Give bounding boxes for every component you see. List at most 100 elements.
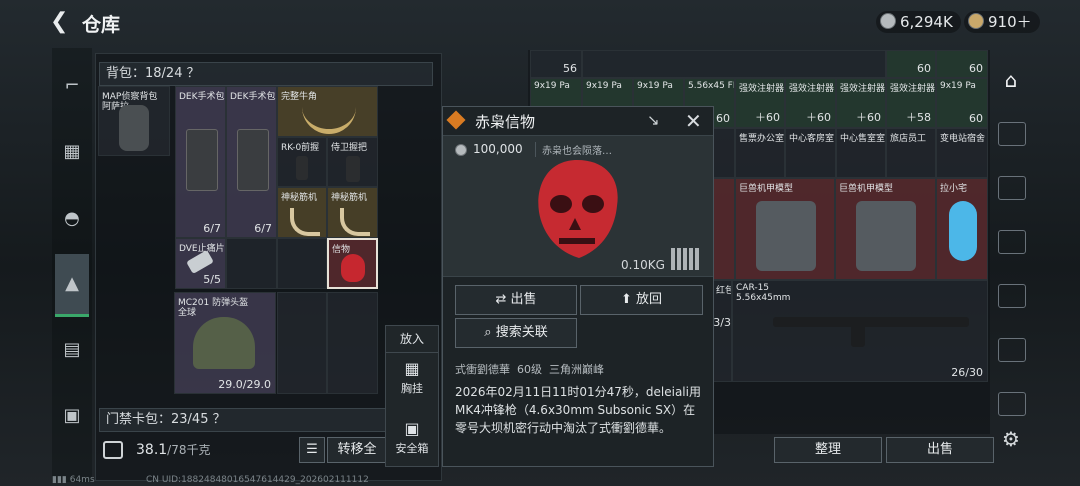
back-arrow-icon[interactable]: ❮: [50, 10, 74, 34]
grid-empty[interactable]: [226, 238, 277, 289]
doll-image: [949, 201, 977, 261]
backpack-header: 背包：18/24 ？: [99, 62, 433, 86]
put-in-header: 放入: [386, 326, 438, 353]
premium-coin-icon: [968, 13, 984, 29]
key-item[interactable]: 变电站宿舍: [936, 128, 988, 178]
settings-gear-icon[interactable]: ⚙: [1000, 428, 1022, 450]
grid-item-painkiller[interactable]: DVE止痛片 5/5: [175, 238, 226, 289]
secret-item-icon: [340, 208, 370, 236]
search-related-button[interactable]: ⌕ 搜索关联: [455, 318, 577, 348]
red-mask-icon: [341, 254, 365, 282]
transfer-all-button[interactable]: 转移全: [327, 437, 387, 463]
mech-image: [856, 201, 916, 271]
grid-item[interactable]: 60: [936, 50, 988, 78]
item-preview: 100,000 赤枭也会陨落… 0.10KG: [443, 135, 713, 277]
signal-indicator: ▮▮▮ 64ms: [52, 475, 95, 485]
helmet-image: [193, 317, 255, 369]
key-item[interactable]: 售票办公室: [735, 128, 785, 178]
grid-item[interactable]: 56: [530, 50, 582, 78]
red-pack-item[interactable]: 红包 3/3: [712, 280, 732, 382]
item-weight: 0.10KG: [621, 258, 665, 272]
page-title: 仓库: [82, 14, 121, 36]
item-price: 100,000: [473, 142, 523, 156]
gun-icon[interactable]: ⌐: [56, 70, 88, 102]
grid-item-token[interactable]: 信物: [327, 238, 378, 289]
case-icon[interactable]: ▤: [56, 334, 88, 366]
key-item[interactable]: 旅店员工: [886, 128, 936, 178]
collapse-icon[interactable]: ↘: [647, 111, 660, 129]
list-view-button[interactable]: ☰: [299, 437, 325, 463]
secret-item-icon: [290, 208, 320, 236]
item-size-grid-icon: [671, 248, 701, 270]
keycard-header: 门禁卡包：23/45 ？: [99, 408, 397, 432]
horn-icon: [302, 101, 356, 134]
syringe-item[interactable]: 强效注射器 ＋60: [785, 78, 836, 128]
grid-empty[interactable]: [327, 292, 378, 394]
safe-box-option[interactable]: ▣ 安全箱: [386, 418, 438, 466]
rifle-image: [773, 317, 969, 327]
ammo-item[interactable]: 9x19 Pa 60: [936, 78, 988, 128]
syringe-item[interactable]: 强效注射器 ＋58: [886, 78, 936, 128]
backpack-slot[interactable]: MAP侦察背包 阿萨拉: [98, 86, 170, 156]
storage-tab-icon[interactable]: [998, 122, 1026, 146]
grid-item[interactable]: [712, 128, 735, 178]
chest-rig-option[interactable]: ▦ 胸挂: [386, 358, 438, 406]
grip-icon: [296, 156, 308, 180]
sell-all-button[interactable]: 出售: [886, 437, 994, 463]
storage-home-icon[interactable]: ⌂: [998, 68, 1024, 94]
killer-info: 式衝劉德華 60级 三角洲巅峰: [455, 363, 604, 376]
item-desc-short: 赤枭也会陨落…: [535, 142, 612, 157]
sort-button[interactable]: 整理: [774, 437, 882, 463]
grid-item[interactable]: [712, 178, 735, 280]
storage-tab-icon[interactable]: [998, 338, 1026, 362]
syringe-item[interactable]: 强效注射器 ＋60: [836, 78, 886, 128]
grid-item[interactable]: 60: [886, 50, 936, 78]
syringe-item[interactable]: 强效注射器 ＋60: [735, 78, 785, 128]
weight-icon: [103, 441, 123, 459]
key-item[interactable]: 中心客房室: [785, 128, 836, 178]
doll-item[interactable]: 拉小宅: [936, 178, 988, 280]
grid-item-secret-2[interactable]: 神秘筋机: [327, 187, 378, 238]
rifle-mag: [851, 325, 865, 347]
helmet-slot[interactable]: MC201 防弹头盔 全球 29.0/29.0: [174, 292, 276, 394]
backpack-image: [119, 105, 149, 151]
gun-item[interactable]: CAR-15 5.56x45mm 26/30: [732, 280, 988, 382]
coin-icon: [880, 13, 896, 29]
grid-item-dek-1[interactable]: DEK手术包 6/7: [175, 86, 226, 238]
grid-item-horn[interactable]: 完整牛角: [277, 86, 378, 137]
medkit-icon: [186, 129, 218, 191]
popup-title: 赤枭信物: [475, 113, 536, 131]
storage-tab-icon[interactable]: [998, 284, 1026, 308]
item-story: 2026年02月11日11时01分47秒，deleiali用MK4冲锋枪（4.6…: [455, 385, 701, 435]
grid-item-dek-2[interactable]: DEK手术包 6/7: [226, 86, 277, 238]
safe-box-icon: ▣: [404, 419, 420, 438]
armor-icon[interactable]: ▦: [56, 136, 88, 168]
helmet-icon[interactable]: ◓: [56, 203, 88, 235]
mech-model-item[interactable]: 巨兽机甲模型: [735, 178, 835, 280]
grid-item-secret-1[interactable]: 神秘筋机: [277, 187, 327, 238]
premium-balance[interactable]: 910＋: [964, 11, 1040, 33]
vest-icon: ▦: [404, 359, 420, 378]
storage-tab-icon[interactable]: [998, 392, 1026, 416]
rarity-icon: [446, 110, 466, 130]
grid-item-grip[interactable]: RK-0前握: [277, 137, 327, 187]
grid-item-row[interactable]: [582, 50, 886, 78]
item-detail-popup: 赤枭信物 ↘ ✕ 100,000 赤枭也会陨落… 0.10KG ⇄ 出售 ⬆ 放…: [442, 106, 714, 467]
storage-tab-icon[interactable]: [998, 176, 1026, 200]
coin-icon: [455, 144, 467, 156]
sell-button[interactable]: ⇄ 出售: [455, 285, 577, 315]
toolbox-icon[interactable]: ▣: [56, 400, 88, 432]
grid-empty[interactable]: [277, 292, 327, 394]
key-item[interactable]: 中心售室室: [836, 128, 886, 178]
mech-model-item[interactable]: 巨兽机甲模型: [835, 178, 936, 280]
backpack-icon[interactable]: ▲: [55, 254, 89, 317]
coin-balance[interactable]: 6,294K: [876, 11, 961, 33]
close-icon[interactable]: ✕: [685, 109, 702, 133]
red-skull-mask-image: [538, 160, 618, 258]
medkit-icon: [237, 129, 269, 191]
storage-tab-icon[interactable]: [998, 230, 1026, 254]
grid-empty[interactable]: [277, 238, 327, 289]
uid-text: CN UID:18824848016547614429_202602111112: [146, 475, 369, 485]
put-back-button[interactable]: ⬆ 放回: [580, 285, 703, 315]
grid-item-guard-grip[interactable]: 侍卫握把: [327, 137, 378, 187]
